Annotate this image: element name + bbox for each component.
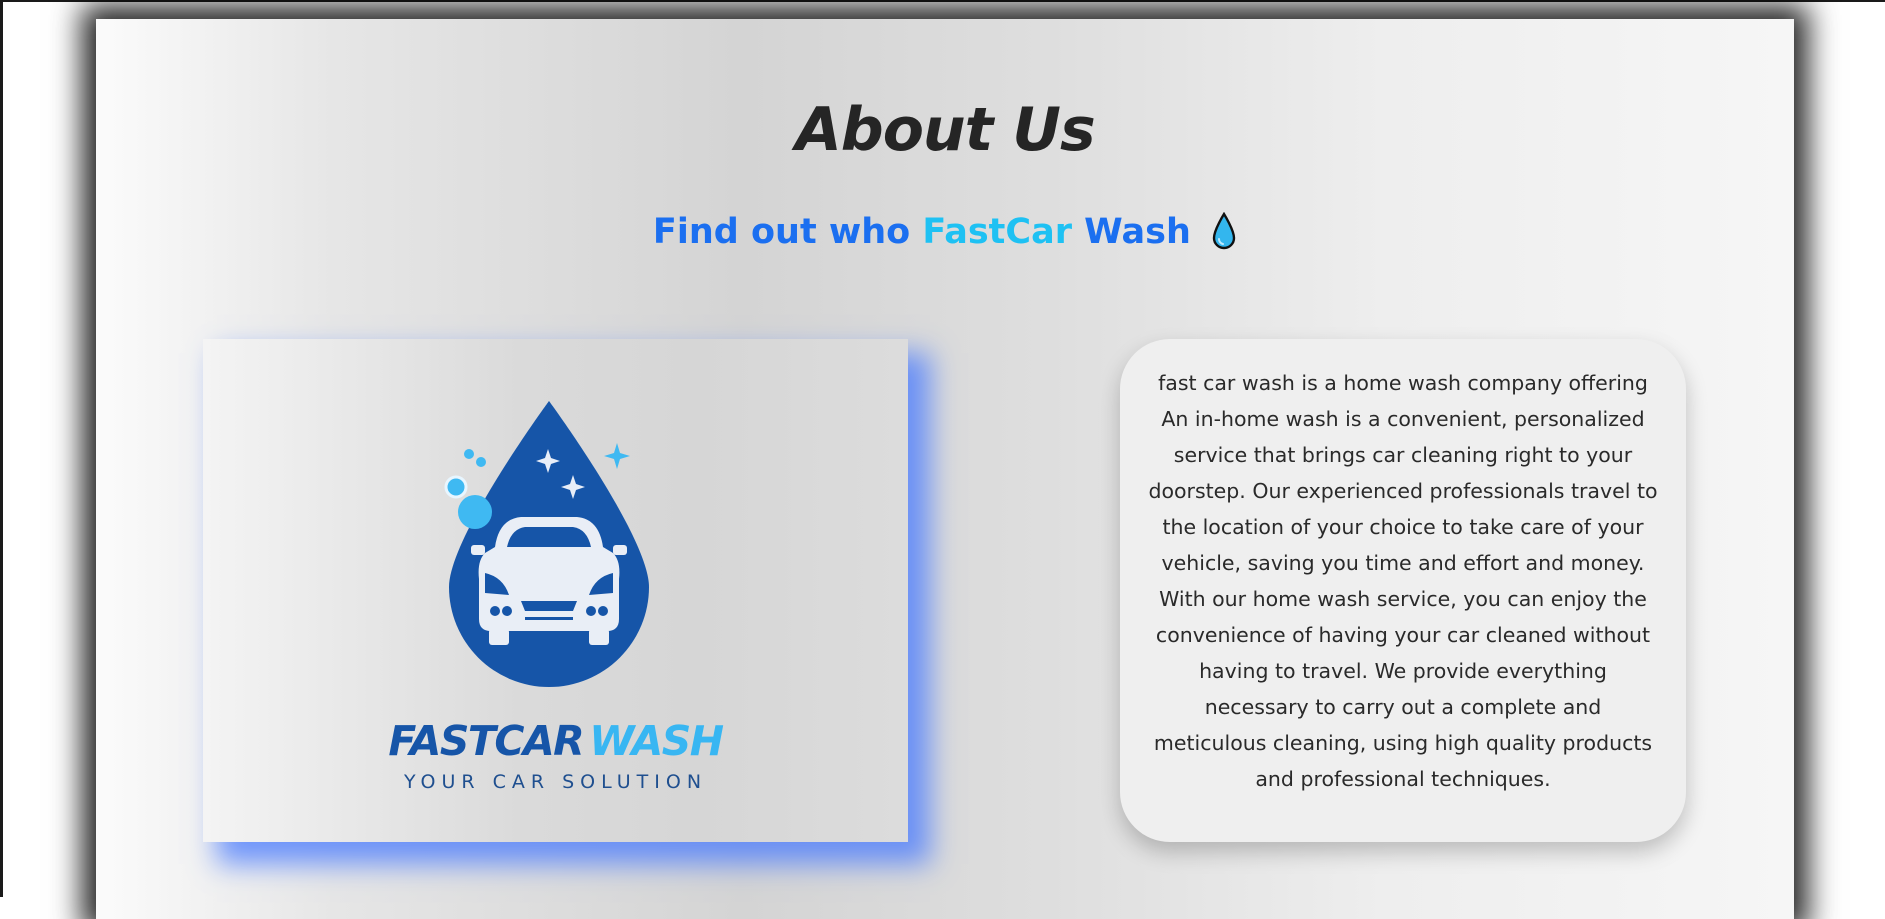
company-logo: FASTCAR WASH YOUR CAR SOLUTION	[203, 339, 908, 842]
logo-wordmark: FASTCAR WASH	[203, 717, 908, 765]
logo-word-wash: WASH	[589, 717, 724, 765]
about-description: fast car wash is a home wash company off…	[1148, 371, 1658, 791]
logo-word-fastcar: FASTCAR	[388, 717, 584, 765]
about-section: About Us Find out who FastCar Wash FASTC…	[96, 19, 1794, 919]
logo-tagline: YOUR CAR SOLUTION	[403, 771, 708, 793]
section-subtitle: Find out who FastCar Wash	[96, 211, 1794, 261]
subtitle-brand: FastCar	[922, 212, 1072, 252]
water-drop-icon	[1211, 211, 1237, 261]
subtitle-suffix: Wash	[1084, 212, 1191, 252]
page-title: About Us	[795, 95, 1095, 165]
subtitle-prefix: Find out who	[652, 212, 911, 252]
car-in-water-drop-icon	[444, 401, 649, 687]
about-description-card: fast car wash is a home wash company off…	[1120, 339, 1686, 842]
